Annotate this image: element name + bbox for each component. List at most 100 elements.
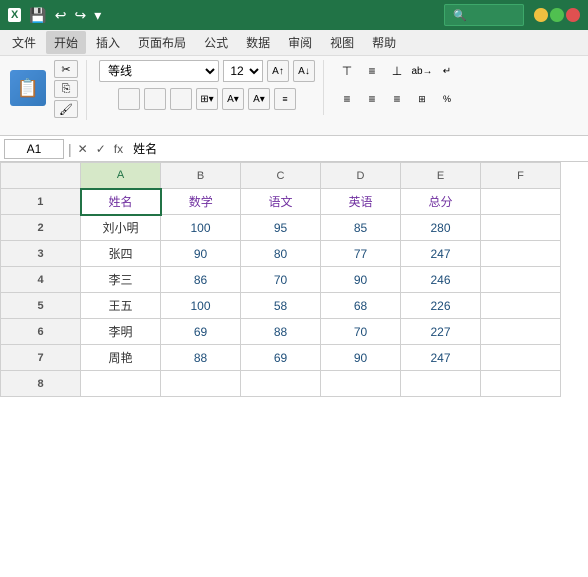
cell-6-3[interactable]: 88 [241, 319, 321, 345]
menu-file[interactable]: 文件 [4, 31, 44, 54]
cell-3-6[interactable] [481, 241, 561, 267]
decrease-font-button[interactable]: A↓ [293, 60, 315, 82]
cut-button[interactable]: ✂ [54, 60, 78, 78]
minimize-button[interactable] [534, 8, 548, 22]
col-header-b[interactable]: B [161, 163, 241, 189]
menu-view[interactable]: 视图 [322, 31, 362, 54]
save-icon[interactable]: 💾 [27, 7, 48, 24]
cell-3-2[interactable]: 90 [161, 241, 241, 267]
menu-review[interactable]: 审阅 [280, 31, 320, 54]
cell-1-2[interactable]: 数学 [161, 189, 241, 215]
font-color-button[interactable]: A▾ [248, 88, 270, 110]
cell-7-3[interactable]: 69 [241, 345, 321, 371]
col-header-f[interactable]: F [481, 163, 561, 189]
cell-8-1[interactable] [81, 371, 161, 397]
align-right-button[interactable]: ≡ [386, 88, 408, 110]
menu-layout[interactable]: 页面布局 [130, 31, 194, 54]
cell-3-3[interactable]: 80 [241, 241, 321, 267]
close-button[interactable] [566, 8, 580, 22]
menu-home[interactable]: 开始 [46, 31, 86, 54]
underline-button[interactable] [170, 88, 192, 110]
cancel-formula-icon[interactable]: ✕ [76, 142, 90, 156]
col-header-a[interactable]: A [81, 163, 161, 189]
number-format-button[interactable]: % [436, 88, 458, 110]
spreadsheet-container[interactable]: A B C D E F 1姓名数学语文英语总分2刘小明10095852803张四… [0, 162, 588, 577]
cell-5-2[interactable]: 100 [161, 293, 241, 319]
border-button[interactable]: ⊞▾ [196, 88, 218, 110]
font-size-select[interactable]: 12 [223, 60, 263, 82]
cell-5-1[interactable]: 王五 [81, 293, 161, 319]
maximize-button[interactable] [550, 8, 564, 22]
cell-4-6[interactable] [481, 267, 561, 293]
cell-6-1[interactable]: 李明 [81, 319, 161, 345]
cell-1-1[interactable]: 姓名 [81, 189, 161, 215]
cell-7-6[interactable] [481, 345, 561, 371]
cell-5-4[interactable]: 68 [321, 293, 401, 319]
search-box[interactable]: 🔍 [444, 4, 524, 26]
cell-2-5[interactable]: 280 [401, 215, 481, 241]
confirm-formula-icon[interactable]: ✓ [94, 142, 108, 156]
align-middle-button[interactable]: ≡ [361, 60, 383, 82]
cell-5-5[interactable]: 226 [401, 293, 481, 319]
redo-icon[interactable]: ↪ [73, 7, 89, 24]
cell-4-5[interactable]: 246 [401, 267, 481, 293]
cell-1-5[interactable]: 总分 [401, 189, 481, 215]
formula-input[interactable] [129, 139, 584, 159]
cell-8-2[interactable] [161, 371, 241, 397]
menu-insert[interactable]: 插入 [88, 31, 128, 54]
align-bottom-button[interactable]: ⊥ [386, 60, 408, 82]
cell-reference-input[interactable] [4, 139, 64, 159]
cell-8-3[interactable] [241, 371, 321, 397]
format-painter-button[interactable]: 🖌 [54, 100, 78, 118]
cell-2-4[interactable]: 85 [321, 215, 401, 241]
cell-4-1[interactable]: 李三 [81, 267, 161, 293]
menu-help[interactable]: 帮助 [364, 31, 404, 54]
col-header-c[interactable]: C [241, 163, 321, 189]
cell-2-3[interactable]: 95 [241, 215, 321, 241]
cell-7-2[interactable]: 88 [161, 345, 241, 371]
cell-2-2[interactable]: 100 [161, 215, 241, 241]
cell-5-6[interactable] [481, 293, 561, 319]
align-top-button[interactable]: ⊤ [336, 60, 358, 82]
col-header-d[interactable]: D [321, 163, 401, 189]
cell-2-1[interactable]: 刘小明 [81, 215, 161, 241]
wrap-text-button[interactable]: ≡ [274, 88, 296, 110]
cell-2-6[interactable] [481, 215, 561, 241]
cell-6-2[interactable]: 69 [161, 319, 241, 345]
cell-4-2[interactable]: 86 [161, 267, 241, 293]
cell-7-1[interactable]: 周艳 [81, 345, 161, 371]
italic-button[interactable] [144, 88, 166, 110]
cell-8-4[interactable] [321, 371, 401, 397]
cell-6-6[interactable] [481, 319, 561, 345]
cell-6-4[interactable]: 70 [321, 319, 401, 345]
cell-4-3[interactable]: 70 [241, 267, 321, 293]
align-center-button[interactable]: ≡ [361, 88, 383, 110]
cell-1-3[interactable]: 语文 [241, 189, 321, 215]
cell-3-4[interactable]: 77 [321, 241, 401, 267]
cell-1-4[interactable]: 英语 [321, 189, 401, 215]
text-direction-button[interactable]: ab→ [411, 60, 433, 82]
font-name-select[interactable]: 等线 [99, 60, 219, 82]
fill-color-button[interactable]: A▾ [222, 88, 244, 110]
cell-4-4[interactable]: 90 [321, 267, 401, 293]
increase-font-button[interactable]: A↑ [267, 60, 289, 82]
merge-center-button[interactable]: ⊞ [411, 88, 433, 110]
insert-function-icon[interactable]: fx [112, 142, 125, 156]
align-left-button[interactable]: ≡ [336, 88, 358, 110]
indent-button[interactable]: ↵ [436, 60, 458, 82]
cell-1-6[interactable] [481, 189, 561, 215]
bold-button[interactable] [118, 88, 140, 110]
menu-data[interactable]: 数据 [238, 31, 278, 54]
copy-button[interactable]: ⎘ [54, 80, 78, 98]
cell-7-4[interactable]: 90 [321, 345, 401, 371]
cell-3-5[interactable]: 247 [401, 241, 481, 267]
menu-formula[interactable]: 公式 [196, 31, 236, 54]
cell-5-3[interactable]: 58 [241, 293, 321, 319]
cell-8-6[interactable] [481, 371, 561, 397]
undo-icon[interactable]: ↩ [53, 7, 69, 24]
cell-8-5[interactable] [401, 371, 481, 397]
cell-3-1[interactable]: 张四 [81, 241, 161, 267]
cell-7-5[interactable]: 247 [401, 345, 481, 371]
cell-6-5[interactable]: 227 [401, 319, 481, 345]
col-header-e[interactable]: E [401, 163, 481, 189]
